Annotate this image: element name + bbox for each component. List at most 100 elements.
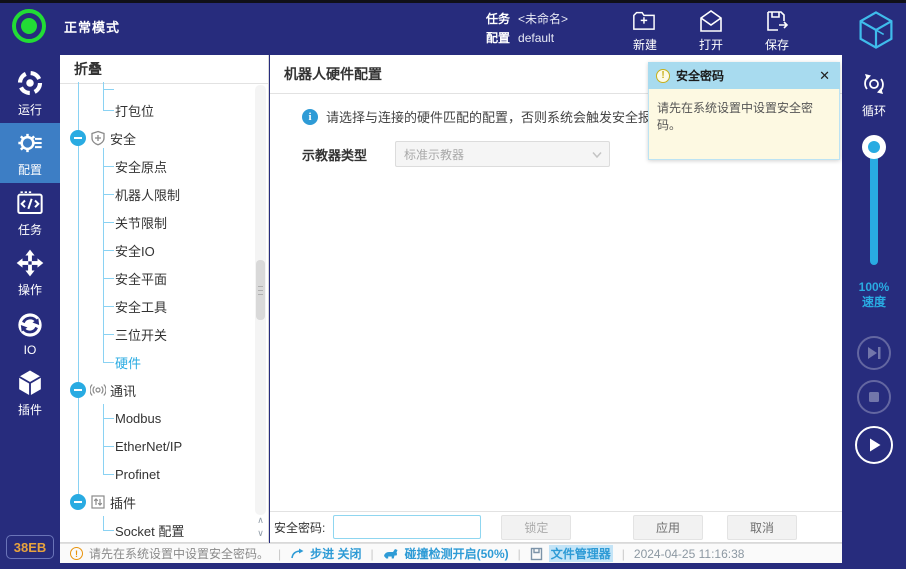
tree-item-clipped[interactable] [60, 82, 255, 96]
tree-group-plugin[interactable]: 插件 [60, 488, 255, 516]
pendant-type-select[interactable]: 标准示教器 [395, 141, 610, 167]
warning-circle-icon: ! [656, 69, 670, 83]
tree-item-modbus[interactable]: Modbus [60, 404, 255, 432]
tree-scrollbar-thumb[interactable] [256, 260, 265, 320]
window-top-edge [0, 0, 906, 3]
nav-label: IO [24, 343, 37, 357]
tree-scrollbar[interactable] [255, 85, 266, 515]
config-value: default [518, 31, 554, 45]
mode-status-icon [12, 9, 46, 43]
info-icon: i [302, 109, 318, 125]
pendant-type-label: 示教器类型 [302, 145, 395, 164]
plugin-box-icon [90, 494, 106, 510]
notification-title: 安全密码 [676, 67, 811, 84]
nav-item-run[interactable]: 运行 [0, 63, 60, 123]
close-icon[interactable]: ✕ [817, 68, 832, 84]
password-label: 安全密码: [274, 519, 325, 536]
status-bar: ! 请先在系统设置中设置安全密码。 | 步进 关闭 | 碰撞检测开启(50%) … [60, 543, 842, 563]
top-bar: 正常模式 任务<未命名> 配置default 新建 打开 [0, 3, 906, 55]
tree-item-safety-plane[interactable]: 安全平面 [60, 264, 255, 292]
tree-group-communication[interactable]: 通讯 [60, 376, 255, 404]
info-text: 请选择与连接的硬件匹配的配置，否则系统会触发安全报警 [326, 107, 664, 126]
status-timestamp: 2024-04-25 11:16:38 [634, 547, 745, 561]
tree-item-profinet[interactable]: Profinet [60, 460, 255, 488]
step-status[interactable]: 步进 关闭 [310, 545, 361, 562]
file-manager-link[interactable]: 文件管理器 [549, 545, 613, 562]
brand-logo [854, 9, 898, 51]
nav-label: 运行 [18, 101, 42, 118]
play-button[interactable] [855, 426, 893, 464]
nav-label: 操作 [18, 281, 42, 298]
code-icon [15, 188, 45, 218]
nav-item-operate[interactable]: 操作 [0, 243, 60, 303]
open-button[interactable]: 打开 [691, 8, 731, 53]
left-nav: 运行 配置 任务 [0, 55, 60, 569]
tree-collapse-header[interactable]: 折叠 [60, 55, 268, 84]
apply-button[interactable]: 应用 [633, 515, 703, 540]
save-button-label: 保存 [765, 36, 789, 53]
antenna-icon [90, 382, 106, 398]
collapse-toggle-icon[interactable] [70, 382, 86, 398]
robot-control-app: 正常模式 任务<未命名> 配置default 新建 打开 [0, 0, 906, 569]
task-value: <未命名> [518, 12, 568, 26]
lock-button[interactable]: 锁定 [501, 515, 571, 540]
loop-label: 循环 [862, 102, 886, 119]
pendant-type-value: 标准示教器 [404, 146, 464, 163]
shield-icon [90, 130, 106, 146]
tree-item-three-position-switch[interactable]: 三位开关 [60, 320, 255, 348]
file-actions: 新建 打开 保存 [625, 8, 797, 53]
collapse-toggle-icon[interactable] [70, 494, 86, 510]
warning-circle-icon: ! [70, 547, 83, 560]
tree-scroll-arrows: ∧ ∨ [254, 514, 267, 540]
tree-item-joint-limits[interactable]: 关节限制 [60, 208, 255, 236]
step-icon [290, 547, 304, 561]
mode-status: 正常模式 [12, 9, 120, 43]
save-button[interactable]: 保存 [757, 8, 797, 53]
nav-label: 插件 [18, 401, 42, 418]
collapse-toggle-icon[interactable] [70, 130, 86, 146]
gear-icon [15, 128, 45, 158]
save-icon [764, 8, 790, 34]
tree-item-safety-tool[interactable]: 安全工具 [60, 292, 255, 320]
collision-detect-status[interactable]: 碰撞检测开启(50%) [405, 545, 509, 562]
speed-slider-track[interactable] [870, 145, 878, 265]
tree-item-ethernet-ip[interactable]: EtherNet/IP [60, 432, 255, 460]
task-info: 任务<未命名> 配置default [486, 10, 568, 48]
nav-label: 配置 [18, 161, 42, 178]
info-banner: i 请选择与连接的硬件匹配的配置，否则系统会触发安全报警 [302, 107, 664, 126]
speed-slider[interactable] [862, 135, 886, 270]
loop-control[interactable]: 循环 [859, 69, 889, 119]
new-button[interactable]: 新建 [625, 8, 665, 53]
status-separator: | [278, 547, 281, 561]
file-manager-icon [530, 547, 543, 561]
speed-slider-handle[interactable] [862, 135, 886, 159]
nav-item-plugin[interactable]: 插件 [0, 363, 60, 423]
scroll-down-icon[interactable]: ∨ [254, 527, 267, 540]
config-tree-panel: 折叠 打包位 安全 安全原点 机器人限制 关节限制 [60, 55, 269, 543]
nav-item-io[interactable]: IO [0, 303, 60, 363]
loop-icon [859, 69, 889, 99]
speed-label: 速度 [859, 295, 890, 310]
password-input[interactable] [333, 515, 481, 539]
scroll-up-icon[interactable]: ∧ [254, 514, 267, 527]
tree-item-socket-config[interactable]: Socket 配置 [60, 516, 255, 543]
tree-item-safety-io[interactable]: 安全IO [60, 236, 255, 264]
status-separator: | [518, 547, 521, 561]
status-separator: | [622, 547, 625, 561]
speed-readout: 100% 速度 [859, 280, 890, 310]
open-icon [698, 8, 724, 34]
step-forward-button[interactable] [857, 336, 891, 370]
nav-item-task[interactable]: 任务 [0, 183, 60, 243]
tree-group-safety[interactable]: 安全 [60, 124, 255, 152]
security-password-notification: ! 安全密码 ✕ 请先在系统设置中设置安全密码。 [648, 62, 840, 160]
tree-item-robot-limits[interactable]: 机器人限制 [60, 180, 255, 208]
stop-button[interactable] [857, 380, 891, 414]
cube-icon [15, 368, 45, 398]
cancel-button[interactable]: 取消 [727, 515, 797, 540]
nav-item-config[interactable]: 配置 [0, 123, 60, 183]
tree-item-hardware[interactable]: 硬件 [60, 348, 255, 376]
tree-item-safety-home[interactable]: 安全原点 [60, 152, 255, 180]
tree-item-packing-position[interactable]: 打包位 [60, 96, 255, 124]
status-separator: | [370, 547, 373, 561]
speed-percent: 100% [859, 280, 890, 295]
